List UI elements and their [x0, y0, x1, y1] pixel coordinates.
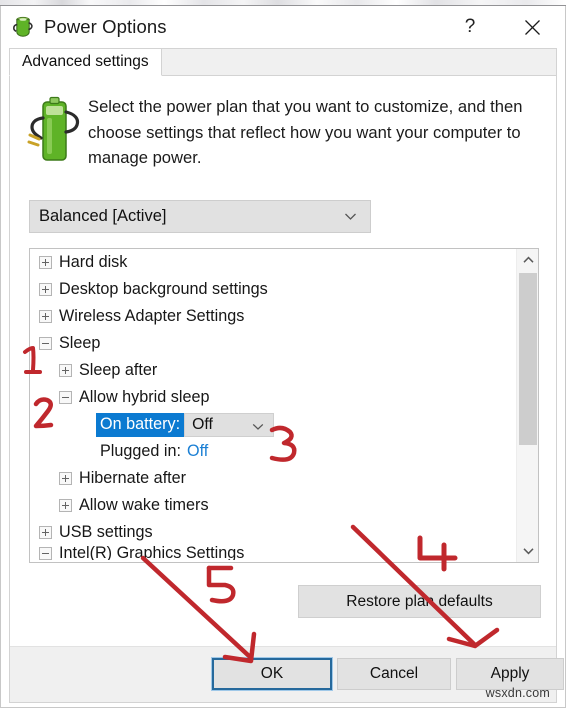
- expander-plus-icon[interactable]: [39, 526, 52, 539]
- on-battery-value: Off: [192, 415, 213, 433]
- banner-description: Select the power plan that you want to c…: [88, 97, 523, 167]
- power-plug-battery-icon: [12, 15, 34, 39]
- tab-advanced-settings[interactable]: Advanced settings: [9, 48, 162, 76]
- tree-item-label: Allow wake timers: [79, 496, 209, 514]
- tree-item-label: Hibernate after: [79, 469, 187, 487]
- advanced-settings-tree[interactable]: Hard disk Desktop background settings Wi…: [29, 248, 539, 563]
- tree-item-partial[interactable]: Intel(R) Graphics Settings: [30, 546, 516, 560]
- dialog-footer: OK Cancel Apply wsxdn.com: [10, 646, 564, 702]
- power-options-window: Power Options ? Advanced settings Select…: [0, 6, 566, 708]
- cancel-button[interactable]: Cancel: [337, 658, 451, 690]
- scrollbar-up-button[interactable]: [517, 249, 538, 271]
- tab-strip: Advanced settings: [9, 48, 557, 76]
- plugged-in-label: Plugged in:: [100, 442, 182, 460]
- power-plan-select[interactable]: Balanced [Active]: [29, 200, 371, 233]
- on-battery-dropdown[interactable]: Off: [184, 412, 275, 437]
- setting-row-on-battery[interactable]: On battery: Off: [30, 411, 516, 438]
- plugged-in-value[interactable]: Off: [187, 442, 208, 461]
- help-button[interactable]: ?: [447, 6, 493, 48]
- advanced-settings-panel: Select the power plan that you want to c…: [9, 76, 564, 703]
- tab-label: Advanced settings: [22, 53, 149, 70]
- ok-button[interactable]: OK: [212, 658, 332, 690]
- battery-plug-icon: [26, 94, 88, 172]
- chevron-down-icon: [252, 423, 264, 430]
- restore-plan-defaults-label: Restore plan defaults: [346, 592, 493, 610]
- on-battery-label: On battery:: [96, 412, 185, 437]
- tree-item-label: Wireless Adapter Settings: [59, 307, 245, 325]
- tree-item-hibernate-after[interactable]: Hibernate after: [30, 465, 516, 492]
- tree-item-wireless-adapter-settings[interactable]: Wireless Adapter Settings: [30, 303, 516, 330]
- expander-plus-icon[interactable]: [39, 310, 52, 323]
- tree-item-usb-settings[interactable]: USB settings: [30, 519, 516, 546]
- close-button[interactable]: [509, 6, 555, 48]
- tree-item-label: USB settings: [59, 523, 153, 541]
- chevron-down-icon: [345, 213, 356, 220]
- expander-minus-icon[interactable]: [59, 391, 72, 404]
- tree-item-label: Desktop background settings: [59, 280, 268, 298]
- expander-minus-icon[interactable]: [39, 546, 52, 560]
- tree-item-label: Intel(R) Graphics Settings: [59, 546, 245, 560]
- tab-strip-filler: [161, 48, 557, 75]
- tree-item-label: Sleep after: [79, 361, 158, 379]
- title-bar: Power Options ?: [1, 6, 565, 48]
- cancel-button-label: Cancel: [369, 665, 419, 682]
- expander-plus-icon[interactable]: [39, 283, 52, 296]
- tree-scrollbar[interactable]: [516, 249, 538, 562]
- tree-item-label: Hard disk: [59, 253, 128, 271]
- chevron-up-icon: [522, 256, 534, 263]
- tree-item-allow-hybrid-sleep[interactable]: Allow hybrid sleep: [30, 384, 516, 411]
- help-icon: ?: [464, 16, 476, 37]
- window-title: Power Options: [44, 16, 167, 37]
- setting-row-plugged-in[interactable]: Plugged in: Off: [30, 438, 516, 465]
- tree-item-desktop-background-settings[interactable]: Desktop background settings: [30, 276, 516, 303]
- scrollbar-down-button[interactable]: [517, 540, 538, 562]
- chevron-down-icon: [522, 548, 534, 555]
- tree-item-label: Sleep: [59, 334, 101, 352]
- tree-item-allow-wake-timers[interactable]: Allow wake timers: [30, 492, 516, 519]
- restore-plan-defaults-button[interactable]: Restore plan defaults: [298, 585, 541, 618]
- tree-item-sleep[interactable]: Sleep: [30, 330, 516, 357]
- apply-button-label: Apply: [490, 665, 530, 682]
- banner: Select the power plan that you want to c…: [10, 76, 556, 172]
- close-icon: [524, 19, 540, 35]
- tree-item-label: Allow hybrid sleep: [79, 388, 210, 406]
- expander-minus-icon[interactable]: [39, 337, 52, 350]
- expander-plus-icon[interactable]: [59, 364, 72, 377]
- expander-plus-icon[interactable]: [39, 256, 52, 269]
- power-plan-select-value: Balanced [Active]: [39, 207, 167, 225]
- watermark: wsxdn.com: [485, 686, 550, 700]
- tree-item-hard-disk[interactable]: Hard disk: [30, 249, 516, 276]
- scrollbar-thumb[interactable]: [519, 273, 537, 445]
- ok-button-label: OK: [260, 665, 284, 682]
- expander-plus-icon[interactable]: [59, 499, 72, 512]
- tree-item-sleep-after[interactable]: Sleep after: [30, 357, 516, 384]
- expander-plus-icon[interactable]: [59, 472, 72, 485]
- tree-rows: Hard disk Desktop background settings Wi…: [30, 249, 516, 562]
